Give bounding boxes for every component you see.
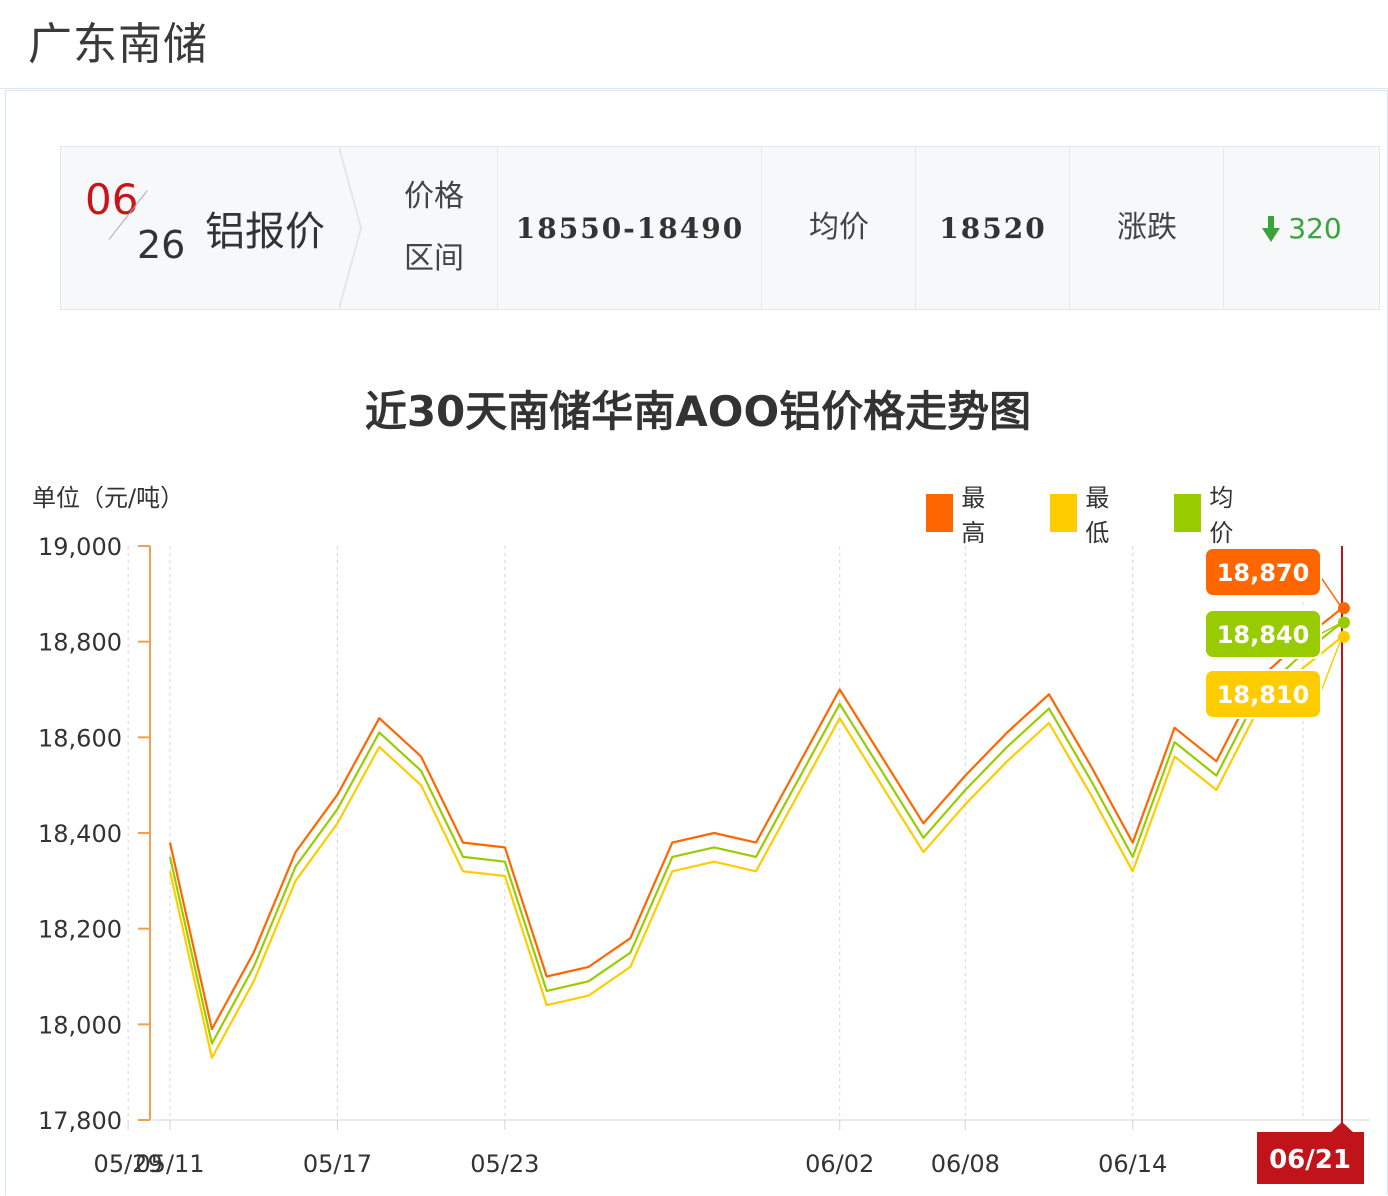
x-tick-label: 05/23 [470,1150,539,1178]
tooltip-connector [1319,575,1343,609]
y-tick-label: 18,200 [38,916,122,944]
y-tick-label: 18,800 [38,629,122,657]
price-trend-chart: 19,000 18,800 18,600 18,400 18,200 18,000 17,8… [38,533,1370,1184]
y-tick-label: 18,600 [38,724,122,752]
x-tick-label: 05/17 [303,1150,372,1178]
x-tick-label: 05/29 [94,1150,163,1178]
x-tick-label: 06/08 [931,1150,1000,1178]
data-point-marker [1338,630,1350,643]
x-tick-label: 06/14 [1098,1150,1167,1178]
data-point-marker [1338,616,1350,629]
series-line-2 [168,636,1343,1059]
series-line-0 [168,607,1343,1031]
data-point-marker [1338,602,1350,615]
y-tick-label: 18,000 [38,1011,122,1039]
y-tick-label: 18,400 [38,820,122,848]
x-tick-label: 06/02 [805,1150,874,1178]
tooltip-value: 18,840 [1217,621,1310,649]
x-highlight-label: 06/21 [1269,1145,1351,1175]
y-tick-label: 19,000 [38,533,122,561]
tooltip-value: 18,810 [1217,681,1310,709]
series-line-1 [168,621,1343,1045]
y-tick-label: 17,800 [38,1107,122,1135]
x-highlight-pointer [1330,1122,1354,1133]
tooltip-value: 18,870 [1217,559,1310,587]
